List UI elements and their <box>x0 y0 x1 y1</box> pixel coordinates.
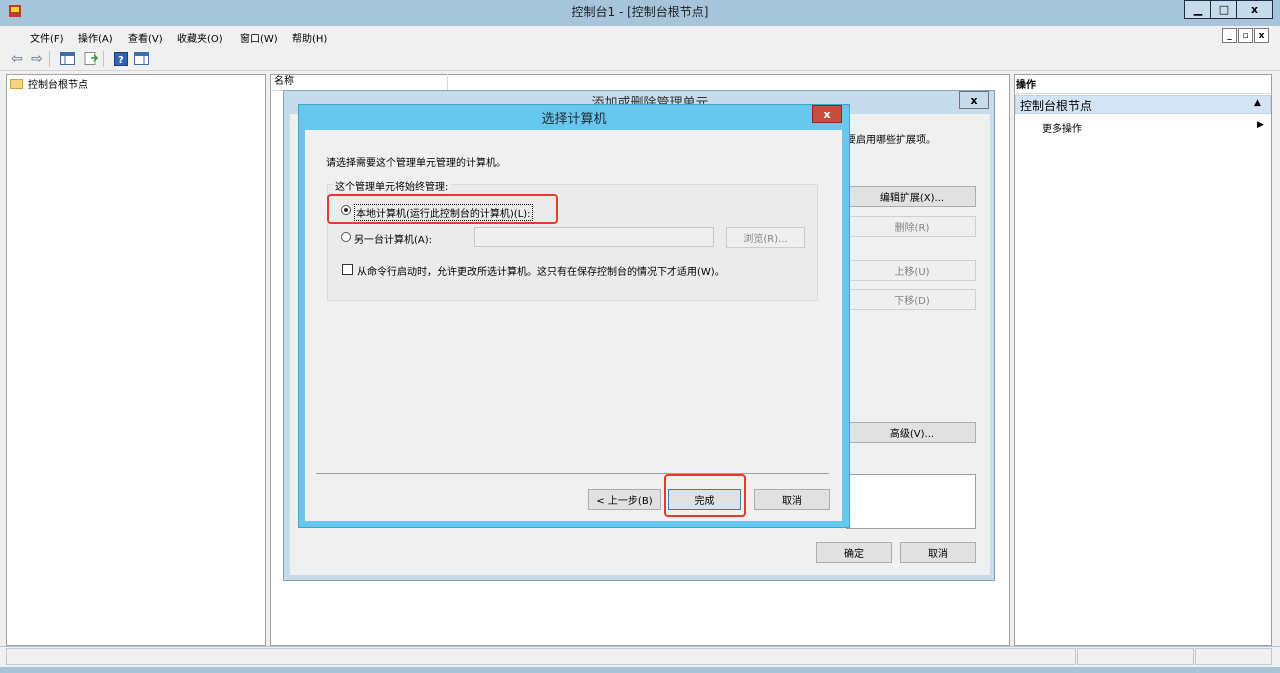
mdi-restore-button[interactable]: ▫ <box>1238 28 1253 43</box>
another-computer-radio[interactable] <box>341 232 351 242</box>
instruction-text: 请选择需要这个管理单元管理的计算机。 <box>326 158 506 169</box>
maximize-button[interactable]: □ <box>1210 0 1238 19</box>
move-up-button[interactable]: 上移(U) <box>848 260 976 281</box>
groupbox-label: 这个管理单元将始终管理: <box>333 178 451 193</box>
status-cell <box>1077 648 1194 665</box>
dialog-close-button[interactable]: x <box>959 91 989 109</box>
console-tree-pane[interactable] <box>6 74 266 646</box>
mdi-minimize-button[interactable]: _ <box>1222 28 1237 43</box>
advanced-button[interactable]: 高级(V)... <box>848 422 976 443</box>
highlight-box <box>327 194 558 224</box>
submenu-arrow-icon: ▶ <box>1257 120 1264 130</box>
menu-file[interactable]: 文件(F) <box>30 30 64 45</box>
tree-node-console-root[interactable]: 控制台根节点 <box>10 76 88 91</box>
separator <box>316 473 829 474</box>
back-button[interactable]: < 上一步(B) <box>588 489 661 510</box>
divider <box>1014 93 1272 94</box>
menu-view[interactable]: 查看(V) <box>128 30 163 45</box>
menu-favorites[interactable]: 收藏夹(O) <box>177 30 223 45</box>
back-icon[interactable]: ⇦ <box>8 50 26 67</box>
help-icon[interactable]: ? <box>112 50 130 67</box>
menu-help[interactable]: 帮助(H) <box>292 30 327 45</box>
allow-change-label[interactable]: 从命令行启动时，允许更改所选计算机。这只有在保存控制台的情况下才适用(W)。 <box>357 263 725 278</box>
window-title: 控制台1 - [控制台根节点] <box>571 5 709 19</box>
console-tree-icon[interactable] <box>58 50 76 67</box>
minimize-button[interactable]: ▁ <box>1184 0 1212 19</box>
forward-icon[interactable]: ⇨ <box>28 50 46 67</box>
remove-button[interactable]: 删除(R) <box>848 216 976 237</box>
more-actions-item[interactable]: 更多操作 <box>1042 120 1082 135</box>
dialog-title: 选择计算机 <box>541 112 607 127</box>
snapin-cancel-button[interactable]: 取消 <box>900 542 976 563</box>
column-header-name[interactable]: 名称 <box>270 74 448 91</box>
another-computer-label[interactable]: 另一台计算机(A): <box>354 231 432 246</box>
action-pane-icon[interactable] <box>132 50 150 67</box>
edit-extensions-button[interactable]: 编辑扩展(X)... <box>848 186 976 207</box>
menu-window[interactable]: 窗口(W) <box>240 30 278 45</box>
console-icon[interactable] <box>8 3 22 17</box>
ok-button[interactable]: 确定 <box>816 542 892 563</box>
allow-change-checkbox[interactable] <box>342 264 353 275</box>
folder-icon <box>10 78 23 89</box>
actions-group-label: 控制台根节点 <box>1020 99 1093 113</box>
close-button[interactable]: x <box>812 105 842 123</box>
cancel-button[interactable]: 取消 <box>754 489 830 510</box>
highlight-box <box>664 474 746 517</box>
close-button[interactable]: x <box>1236 0 1273 19</box>
extension-hint-text: 要启用哪些扩展项。 <box>846 135 936 146</box>
another-computer-input[interactable] <box>474 227 714 247</box>
status-cell <box>6 648 1076 665</box>
actions-pane <box>1014 74 1272 646</box>
actions-header: 操作 <box>1016 80 1036 91</box>
browse-button[interactable]: 浏览(R)... <box>726 227 805 248</box>
mdi-close-button[interactable]: x <box>1254 28 1269 43</box>
toolbar-separator <box>49 51 50 67</box>
svg-text:?: ? <box>118 55 124 66</box>
move-down-button[interactable]: 下移(D) <box>848 289 976 310</box>
toolbar <box>0 47 1280 71</box>
status-cell <box>1195 648 1272 665</box>
toolbar-separator <box>103 51 104 67</box>
description-box <box>846 474 976 529</box>
collapse-arrow-icon[interactable]: ▲ <box>1254 98 1261 108</box>
tree-node-label: 控制台根节点 <box>28 80 88 91</box>
menu-action[interactable]: 操作(A) <box>78 30 113 45</box>
export-icon[interactable] <box>82 50 100 67</box>
